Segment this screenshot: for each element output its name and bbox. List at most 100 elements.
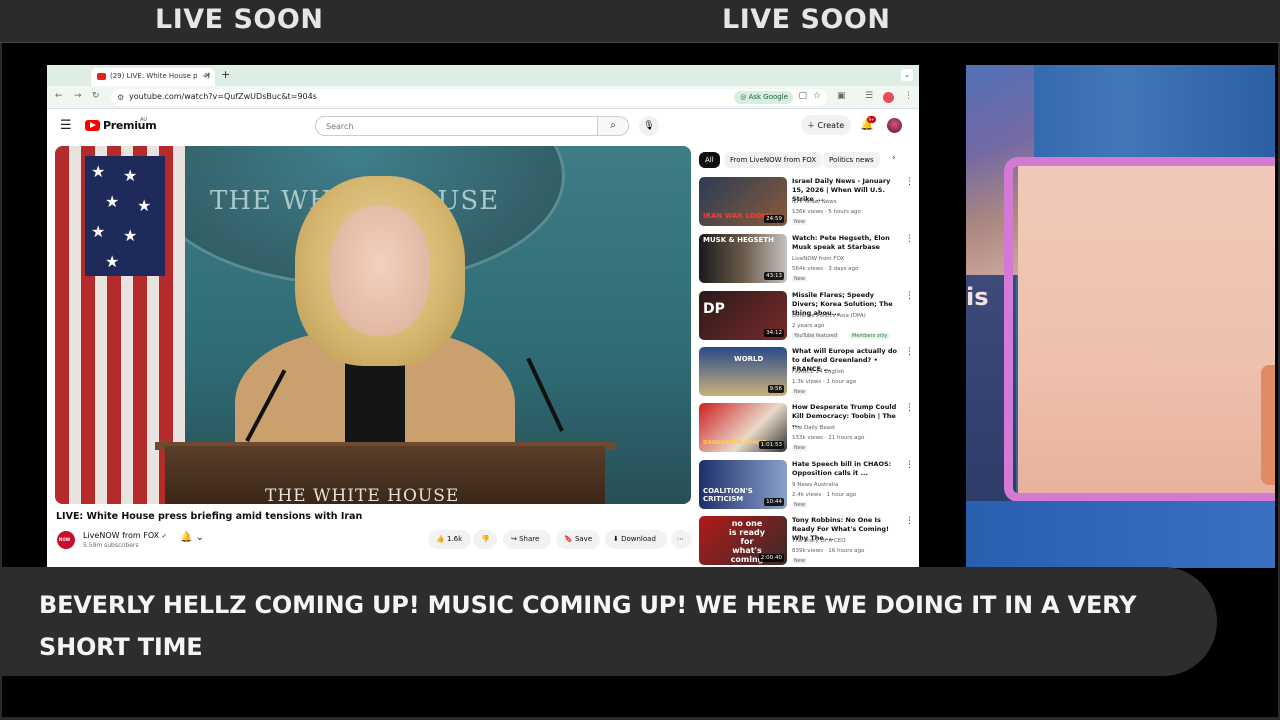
- video-thumbnail[interactable]: DP 34:12: [699, 291, 787, 340]
- video-thumbnail[interactable]: WORLD 9:56: [699, 347, 787, 396]
- video-thumbnail[interactable]: no one is ready for what's coming 2:00:4…: [699, 516, 787, 565]
- create-label: Create: [817, 121, 845, 130]
- chip-all[interactable]: All: [699, 152, 720, 168]
- recommendation-channel[interactable]: LiveNOW from FOX: [792, 256, 844, 262]
- side-panel-icon[interactable]: ☰: [865, 91, 873, 101]
- notification-count-badge: 9+: [867, 116, 876, 123]
- ask-google-button[interactable]: ◎ Ask Google: [734, 91, 793, 104]
- more-options-icon[interactable]: ⋮: [905, 403, 914, 413]
- bookmark-star-icon[interactable]: ☆: [813, 91, 821, 101]
- more-options-icon[interactable]: ⋮: [905, 460, 914, 470]
- share-button[interactable]: ↪ Share: [503, 530, 551, 549]
- duration-badge: 24:59: [764, 215, 784, 223]
- top-banner: LIVE SOON LIVE SOON: [0, 0, 1280, 43]
- recommendation-channel[interactable]: FRANCE 24 English: [792, 369, 844, 375]
- recommendation-channel[interactable]: 9 News Australia: [792, 482, 838, 488]
- star-icon: ★: [105, 192, 120, 211]
- star-icon: ★: [123, 226, 138, 245]
- tab-youtube[interactable]: (29) LIVE: White House p «) ✕: [91, 68, 215, 86]
- create-button[interactable]: ＋ Create: [801, 115, 851, 135]
- menu-icon[interactable]: ☰: [60, 118, 72, 133]
- video-thumbnail[interactable]: DANGEROUS POWER 1:01:53: [699, 403, 787, 452]
- flag-canton: ★ ★ ★ ★ ★ ★ ★: [85, 156, 165, 276]
- recommendation-channel[interactable]: The Daily Beast: [792, 425, 835, 431]
- video-thumbnail[interactable]: MUSK & HEGSETH 43:13: [699, 234, 787, 283]
- subscribe-bell-icon[interactable]: 🔔 ⌄: [180, 532, 204, 543]
- youtube-premium-label[interactable]: Premium: [103, 119, 157, 132]
- download-button[interactable]: ⬇ Download: [605, 530, 667, 549]
- tab-title: (29) LIVE: White House p: [110, 72, 198, 80]
- recommendation-channel[interactable]: ILTV Israel News: [792, 199, 836, 205]
- extensions-icon[interactable]: ▣: [837, 91, 846, 101]
- search-icon: ⌕: [610, 120, 616, 131]
- video-thumbnail[interactable]: IRAN WAR LOOMS 24:59: [699, 177, 787, 226]
- video-title: LIVE: White House press briefing amid te…: [56, 511, 363, 522]
- scene-frame-border: [1004, 157, 1275, 502]
- youtube-logo-icon[interactable]: [85, 120, 100, 131]
- forward-icon[interactable]: →: [74, 91, 82, 101]
- thumbnail-text: COALITION'S CRITICISM: [703, 487, 753, 503]
- channel-name[interactable]: LiveNOW from FOX ✔: [83, 531, 167, 540]
- ticker-banner: BEVERLY HELLZ COMING UP! MUSIC COMING UP…: [0, 567, 1217, 676]
- video-thumbnail[interactable]: COALITION'S CRITICISM 10:44: [699, 460, 787, 509]
- live-soon-label-right: LIVE SOON: [722, 4, 891, 35]
- more-options-icon[interactable]: ⋮: [905, 347, 914, 357]
- browser-menu-icon[interactable]: ⋮: [904, 91, 913, 101]
- more-options-icon[interactable]: ⋮: [905, 291, 914, 301]
- close-icon[interactable]: ✕: [204, 71, 211, 80]
- like-button[interactable]: 👍 1.6k: [428, 530, 471, 549]
- recommendation-meta: 2.4k views · 1 hour ago: [792, 492, 857, 498]
- url-text[interactable]: youtube.com/watch?v=QufZwUDsBuc&t=904s: [129, 92, 317, 101]
- recommendation-item[interactable]: MUSK & HEGSETH 43:13 Watch: Pete Hegseth…: [699, 234, 914, 288]
- chip-politics-news[interactable]: Politics news: [823, 152, 880, 168]
- reload-icon[interactable]: ↻: [92, 91, 100, 101]
- dislike-button[interactable]: 👎: [473, 530, 497, 549]
- channel-avatar[interactable]: NOW: [57, 531, 75, 549]
- recommendation-item[interactable]: no one is ready for what's coming 2:00:4…: [699, 516, 914, 567]
- profile-avatar-icon[interactable]: [883, 92, 894, 103]
- star-icon: ★: [105, 252, 120, 271]
- back-icon[interactable]: ←: [55, 91, 63, 101]
- new-tab-button[interactable]: +: [221, 68, 230, 81]
- more-options-icon[interactable]: ⋮: [905, 177, 914, 187]
- search-button[interactable]: ⌕: [598, 116, 629, 136]
- recommendation-channel[interactable]: The Diary Of A CEO: [792, 538, 846, 544]
- voice-search-icon[interactable]: 🎙: [639, 116, 659, 136]
- video-player[interactable]: THE WHITE HOUSE ★ ★ ★ ★ ★ ★ ★ THE WH: [55, 146, 691, 504]
- thumbnail-text: IRAN WAR LOOMS: [703, 212, 774, 220]
- recommendation-item[interactable]: WORLD 9:56 What will Europe actually do …: [699, 347, 914, 401]
- recommendation-item[interactable]: DANGEROUS POWER 1:01:53 How Desperate Tr…: [699, 403, 914, 457]
- tab-search-chevron-icon[interactable]: ⌄: [901, 69, 913, 81]
- recommendation-item[interactable]: COALITION'S CRITICISM 10:44 Hate Speech …: [699, 460, 914, 514]
- recommendation-meta: 136k views · 5 hours ago: [792, 209, 861, 215]
- more-actions-icon[interactable]: ⋯: [671, 530, 691, 549]
- save-button[interactable]: 🔖 Save: [556, 530, 600, 549]
- star-icon: ★: [91, 162, 106, 181]
- more-options-icon[interactable]: ⋮: [905, 234, 914, 244]
- thumbnail-text: MUSK & HEGSETH: [703, 236, 774, 244]
- address-bar[interactable]: ⚙ youtube.com/watch?v=QufZwUDsBuc&t=904s…: [111, 89, 827, 106]
- site-info-icon[interactable]: ⚙: [117, 93, 124, 102]
- like-count: 1.6k: [446, 535, 463, 543]
- live-soon-label-left: LIVE SOON: [155, 4, 324, 35]
- new-badge: New: [792, 219, 807, 225]
- recommendation-item[interactable]: IRAN WAR LOOMS 24:59 Israel Daily News -…: [699, 177, 914, 231]
- recommendation-channel[interactable]: Defense Politics Asia (DPA): [792, 313, 866, 319]
- recommendation-item[interactable]: DP 34:12 Missile Flares; Speedy Divers; …: [699, 291, 914, 345]
- recommendation-title[interactable]: Watch: Pete Hegseth, Elon Musk speak at …: [792, 234, 902, 252]
- scene-accent: [1261, 365, 1275, 485]
- thumbs-down-icon: 👎: [481, 535, 490, 543]
- account-avatar[interactable]: [887, 118, 902, 133]
- new-badge: New: [792, 445, 807, 451]
- cast-icon[interactable]: ▢: [798, 91, 807, 101]
- search-input[interactable]: Search: [315, 116, 598, 136]
- recommendation-title[interactable]: Hate Speech bill in CHAOS: Opposition ca…: [792, 460, 902, 478]
- scene-panel: is: [966, 65, 1275, 568]
- chip-from-channel[interactable]: From LiveNOW from FOX: [724, 152, 823, 168]
- chevron-right-icon[interactable]: ›: [892, 153, 896, 163]
- more-options-icon[interactable]: ⋮: [905, 516, 914, 526]
- download-label: Download: [621, 535, 656, 543]
- scene-bottom-backdrop: [966, 501, 1275, 568]
- duration-badge: 9:56: [767, 385, 784, 393]
- recommendation-meta: 2 years ago: [792, 323, 825, 329]
